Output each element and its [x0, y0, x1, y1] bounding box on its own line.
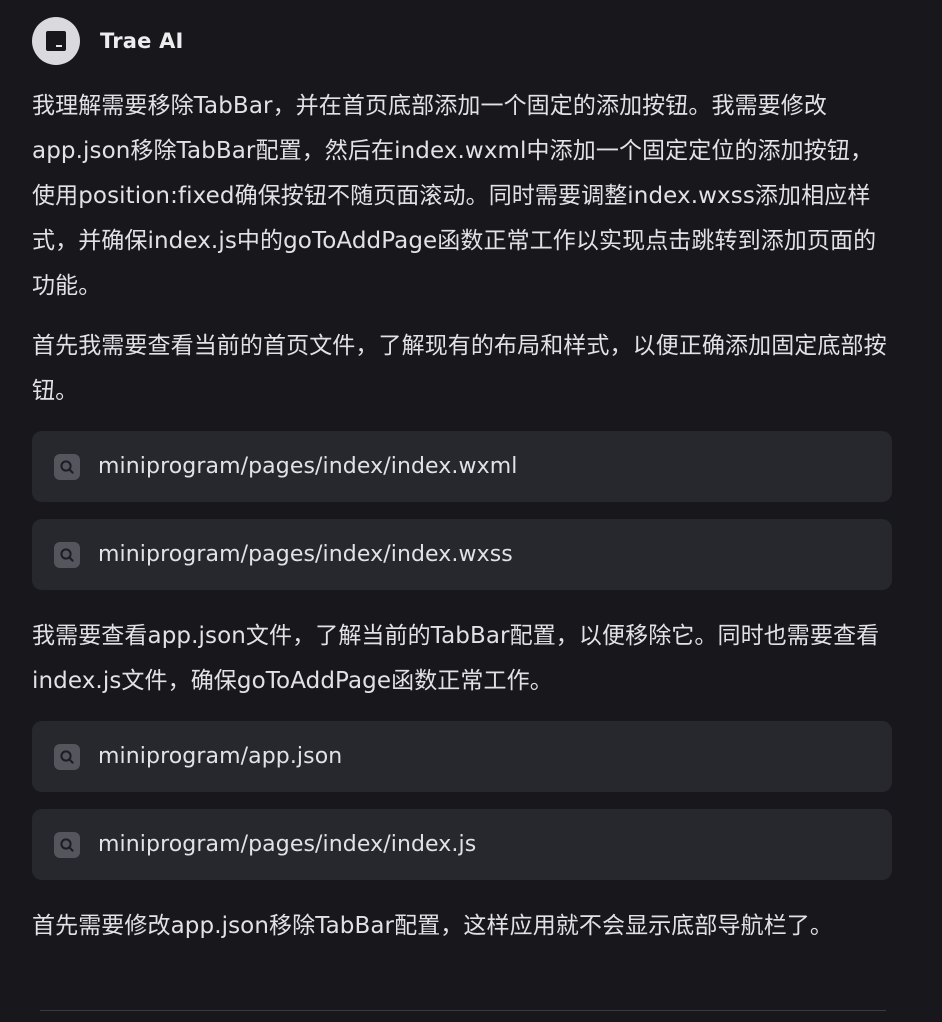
file-path: miniprogram/app.json — [98, 744, 343, 769]
chat-panel: Trae AI 我理解需要移除TabBar，并在首页底部添加一个固定的添加按钮。… — [0, 0, 942, 1022]
file-chip-app-json[interactable]: miniprogram/app.json — [32, 721, 892, 792]
file-path: miniprogram/pages/index/index.js — [98, 832, 477, 857]
file-list-config: miniprogram/app.json miniprogram/pages/i… — [32, 721, 892, 880]
message-check-home: 首先我需要查看当前的首页文件，了解现有的布局和样式，以便正确添加固定底部按钮。 — [32, 333, 887, 404]
message-modify-config: 首先需要修改app.json移除TabBar配置，这样应用就不会显示底部导航栏了… — [32, 913, 833, 939]
trae-logo-icon — [46, 31, 66, 51]
file-path: miniprogram/pages/index/index.wxml — [98, 454, 518, 479]
file-chip-index-wxss[interactable]: miniprogram/pages/index/index.wxss — [32, 519, 892, 590]
divider — [40, 1010, 886, 1011]
search-icon — [54, 453, 80, 480]
search-icon — [54, 743, 80, 770]
search-icon — [54, 831, 80, 858]
search-icon — [54, 541, 80, 568]
file-path: miniprogram/pages/index/index.wxss — [98, 542, 513, 567]
file-list-home: miniprogram/pages/index/index.wxml minip… — [32, 431, 892, 590]
assistant-name: Trae AI — [100, 29, 184, 53]
message-intro: 我理解需要移除TabBar，并在首页底部添加一个固定的添加按钮。我需要修改app… — [32, 93, 877, 299]
assistant-avatar — [32, 17, 80, 65]
message-check-config: 我需要查看app.json文件，了解当前的TabBar配置，以便移除它。同时也需… — [32, 623, 880, 694]
file-chip-index-wxml[interactable]: miniprogram/pages/index/index.wxml — [32, 431, 892, 502]
file-chip-index-js[interactable]: miniprogram/pages/index/index.js — [32, 809, 892, 880]
assistant-header: Trae AI — [32, 16, 892, 66]
